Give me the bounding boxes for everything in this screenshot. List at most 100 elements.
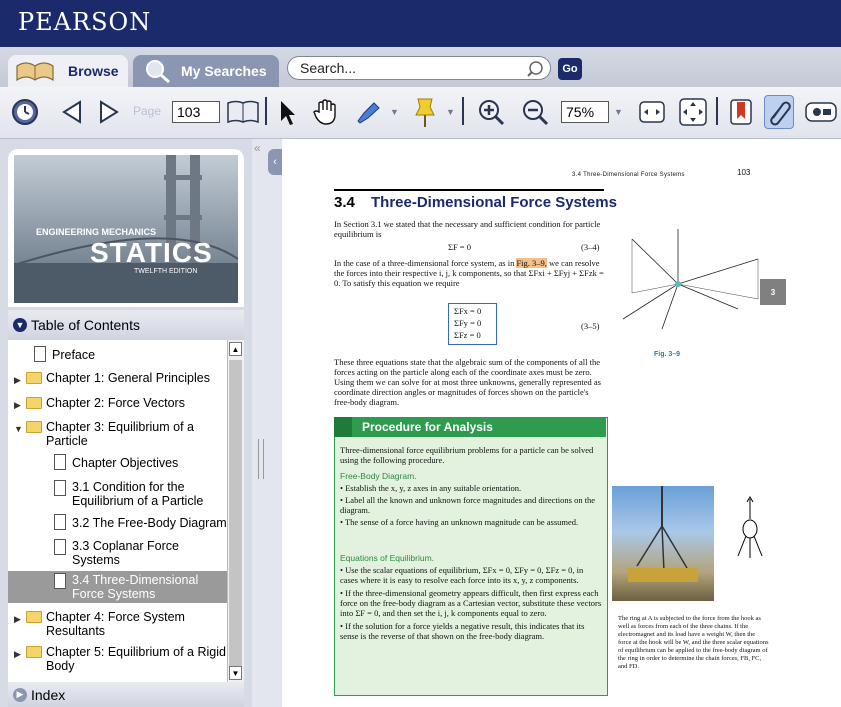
presentation-mode-icon[interactable]: [804, 101, 838, 123]
expand-arrow-icon[interactable]: ▶: [14, 373, 24, 387]
toc-item-label: Preface: [52, 348, 96, 362]
document-icon: [54, 573, 66, 589]
toc-item-preface[interactable]: Preface: [32, 346, 228, 362]
tab-browse[interactable]: Browse: [8, 55, 128, 87]
history-icon[interactable]: [10, 97, 40, 127]
note-dropdown-icon[interactable]: ▼: [446, 107, 455, 117]
toc-item-chapter-5[interactable]: ▶ Chapter 5: Equilibrium of a Rigid Body: [14, 645, 228, 673]
document-icon: [54, 514, 66, 530]
toc-item-label: Chapter 4: Force System Resultants: [46, 610, 185, 638]
open-folder-icon: [26, 421, 42, 433]
splitter-grip[interactable]: [258, 439, 264, 479]
pushpin-note-icon[interactable]: [410, 95, 440, 129]
toc-list: Preface ▶ Chapter 1: General Principles …: [8, 340, 244, 682]
expand-arrow-icon[interactable]: ▶: [14, 398, 24, 412]
next-page-icon[interactable]: [97, 99, 121, 125]
go-button[interactable]: Go: [558, 58, 582, 80]
list-item-text: Label all the known and unknown force ma…: [340, 495, 596, 515]
zoom-in-icon[interactable]: [477, 98, 505, 126]
expand-arrow-icon[interactable]: ▶: [14, 612, 24, 626]
toc-item-label: Chapter Objectives: [72, 456, 179, 470]
bookmark-icon[interactable]: [728, 97, 754, 127]
chains-illustration: [628, 486, 698, 582]
figure-caption-label: Fig. 3–9: [654, 351, 681, 358]
scroll-down-icon[interactable]: ▼: [229, 666, 242, 680]
procedure-header: Procedure for Analysis: [334, 417, 606, 437]
photo-caption: The ring at A is subjected to the force …: [618, 615, 769, 670]
paperclip-icon: [770, 101, 791, 126]
scroll-up-icon[interactable]: ▲: [229, 342, 242, 356]
equation-box: ΣFx = 0 ΣFy = 0 ΣFz = 0: [448, 303, 497, 345]
list-item: • If the three-dimensional geometry appe…: [340, 588, 602, 618]
collapse-sidebar-icon[interactable]: «: [254, 141, 261, 155]
document-page: 3.4 Three-Dimensional Force Systems 103 …: [282, 139, 841, 707]
toc-item-chapter-2[interactable]: ▶ Chapter 2: Force Vectors: [14, 396, 228, 412]
fit-page-icon[interactable]: [678, 97, 708, 127]
toc-item-3-1[interactable]: 3.1 Condition for the Equilibrium of a P…: [52, 480, 228, 508]
document-icon: [34, 346, 46, 362]
document-icon: [54, 480, 66, 496]
paragraph-2: In the case of a three-dimensional force…: [334, 258, 606, 288]
chapter-margin-tab: 3: [760, 279, 786, 305]
page-number-input[interactable]: 103: [172, 101, 220, 123]
toc-item-label: 3.3 Coplanar Force Systems: [72, 539, 180, 567]
expand-arrow-icon[interactable]: ▶: [14, 647, 24, 661]
cover-subtitle: ENGINEERING MECHANICS: [36, 227, 157, 237]
toc-header[interactable]: ▼ Table of Contents: [8, 310, 244, 340]
toc-item-3-3[interactable]: 3.3 Coplanar Force Systems: [52, 539, 228, 567]
running-head: 3.4 Three-Dimensional Force Systems: [572, 172, 685, 178]
list-item: • The sense of a force having an unknown…: [340, 517, 579, 527]
collapse-arrow-icon[interactable]: ▼: [14, 422, 24, 436]
list-item: • If the solution for a force yields a n…: [340, 621, 585, 641]
equation-line: ΣFy = 0: [454, 318, 482, 328]
toc-item-3-4-selected[interactable]: 3.4 Three-Dimensional Force Systems: [8, 571, 227, 603]
toolbar-divider: [716, 97, 718, 125]
index-header[interactable]: ▶ Index: [8, 682, 244, 707]
equation-number: (3–4): [581, 242, 600, 252]
zoom-dropdown-icon[interactable]: ▼: [614, 107, 623, 117]
section-rule: [334, 189, 604, 191]
zoom-out-icon[interactable]: [521, 98, 549, 126]
search-icon[interactable]: [526, 60, 544, 78]
page-panel-toggle-icon[interactable]: ‹: [268, 149, 282, 175]
toc-item-chapter-objectives[interactable]: Chapter Objectives: [52, 454, 228, 470]
folder-icon: [26, 372, 42, 384]
search-input[interactable]: Search...: [287, 56, 551, 80]
highlighter-dropdown-icon[interactable]: ▼: [390, 107, 399, 117]
figure-link[interactable]: Fig. 3–9,: [516, 258, 547, 268]
link-tool-button[interactable]: [764, 95, 794, 129]
expand-index-icon: ▶: [13, 687, 27, 702]
scroll-thumb[interactable]: [229, 360, 242, 668]
fit-width-icon[interactable]: [638, 99, 666, 125]
toc-item-chapter-1[interactable]: ▶ Chapter 1: General Principles: [14, 371, 228, 387]
procedure-title: Procedure for Analysis: [362, 420, 493, 434]
list-item: • Label all the known and unknown force …: [340, 495, 596, 515]
list-item: • Establish the x, y, z axes in any suit…: [340, 483, 522, 493]
paragraph-2-text: In the case of a three-dimensional force…: [334, 258, 517, 268]
document-icon: [54, 454, 66, 470]
panel-splitter[interactable]: « ‹: [252, 139, 282, 707]
toolbar-divider: [462, 97, 464, 125]
hand-tool-icon[interactable]: [312, 97, 340, 127]
ring-free-body-diagram: [737, 496, 763, 558]
tab-my-searches[interactable]: My Searches: [133, 55, 279, 87]
book-cover-image[interactable]: ENGINEERING MECHANICS STATICS TWELFTH ED…: [14, 155, 238, 303]
select-arrow-icon[interactable]: [278, 99, 296, 127]
zoom-level-input[interactable]: 75%: [561, 101, 609, 123]
folder-icon: [26, 397, 42, 409]
fbd-heading: Free-Body Diagram.: [340, 471, 417, 481]
toc-item-chapter-4[interactable]: ▶ Chapter 4: Force System Resultants: [14, 610, 228, 638]
highlighter-icon[interactable]: [354, 99, 382, 125]
page-label: Page: [133, 104, 162, 118]
toc-scrollbar[interactable]: ▲ ▼: [227, 340, 244, 682]
list-item-text: If the three-dimensional geometry appear…: [340, 588, 602, 618]
toc-item-3-2[interactable]: 3.2 The Free-Body Diagram: [52, 514, 228, 530]
two-page-view-icon[interactable]: [226, 99, 260, 125]
folder-icon: [26, 611, 42, 623]
magnifier-icon: [146, 60, 170, 84]
previous-page-icon[interactable]: [60, 99, 84, 125]
book-icon: [16, 62, 54, 82]
tab-browse-label: Browse: [68, 63, 119, 79]
toc-item-chapter-3[interactable]: ▼ Chapter 3: Equilibrium of a Particle: [14, 420, 214, 448]
procedure-intro: Three-dimensional force equilibrium prob…: [340, 445, 594, 465]
